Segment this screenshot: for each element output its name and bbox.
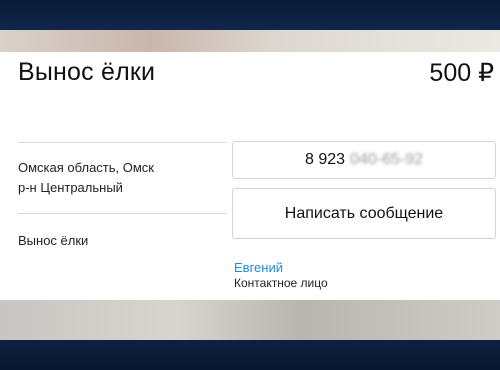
background-bottom-band — [0, 340, 500, 370]
background-photo-strip-bottom — [0, 300, 500, 340]
listing-card: Вынос ёлки 500 ₽ Омская область, Омск р-… — [0, 52, 500, 300]
listing-price: 500 ₽ — [429, 59, 494, 87]
location-district: р-н Центральный — [18, 180, 123, 195]
listing-title: Вынос ёлки — [18, 58, 156, 86]
contact-name-link[interactable]: Евгений — [234, 260, 283, 275]
divider-middle — [18, 213, 226, 214]
phone-hidden-digits: 040-65-92 — [350, 151, 423, 168]
listing-category: Вынос ёлки — [18, 233, 89, 248]
background-photo-strip-top — [0, 30, 500, 52]
show-phone-button[interactable]: 8 923 040-65-92 — [232, 141, 496, 179]
background-top-band — [0, 0, 500, 30]
location-region: Омская область, Омск — [18, 160, 154, 175]
divider-top — [18, 142, 226, 143]
phone-visible: 8 923 — [305, 151, 346, 168]
contact-role: Контактное лицо — [234, 276, 328, 290]
write-message-button[interactable]: Написать сообщение — [232, 188, 496, 239]
